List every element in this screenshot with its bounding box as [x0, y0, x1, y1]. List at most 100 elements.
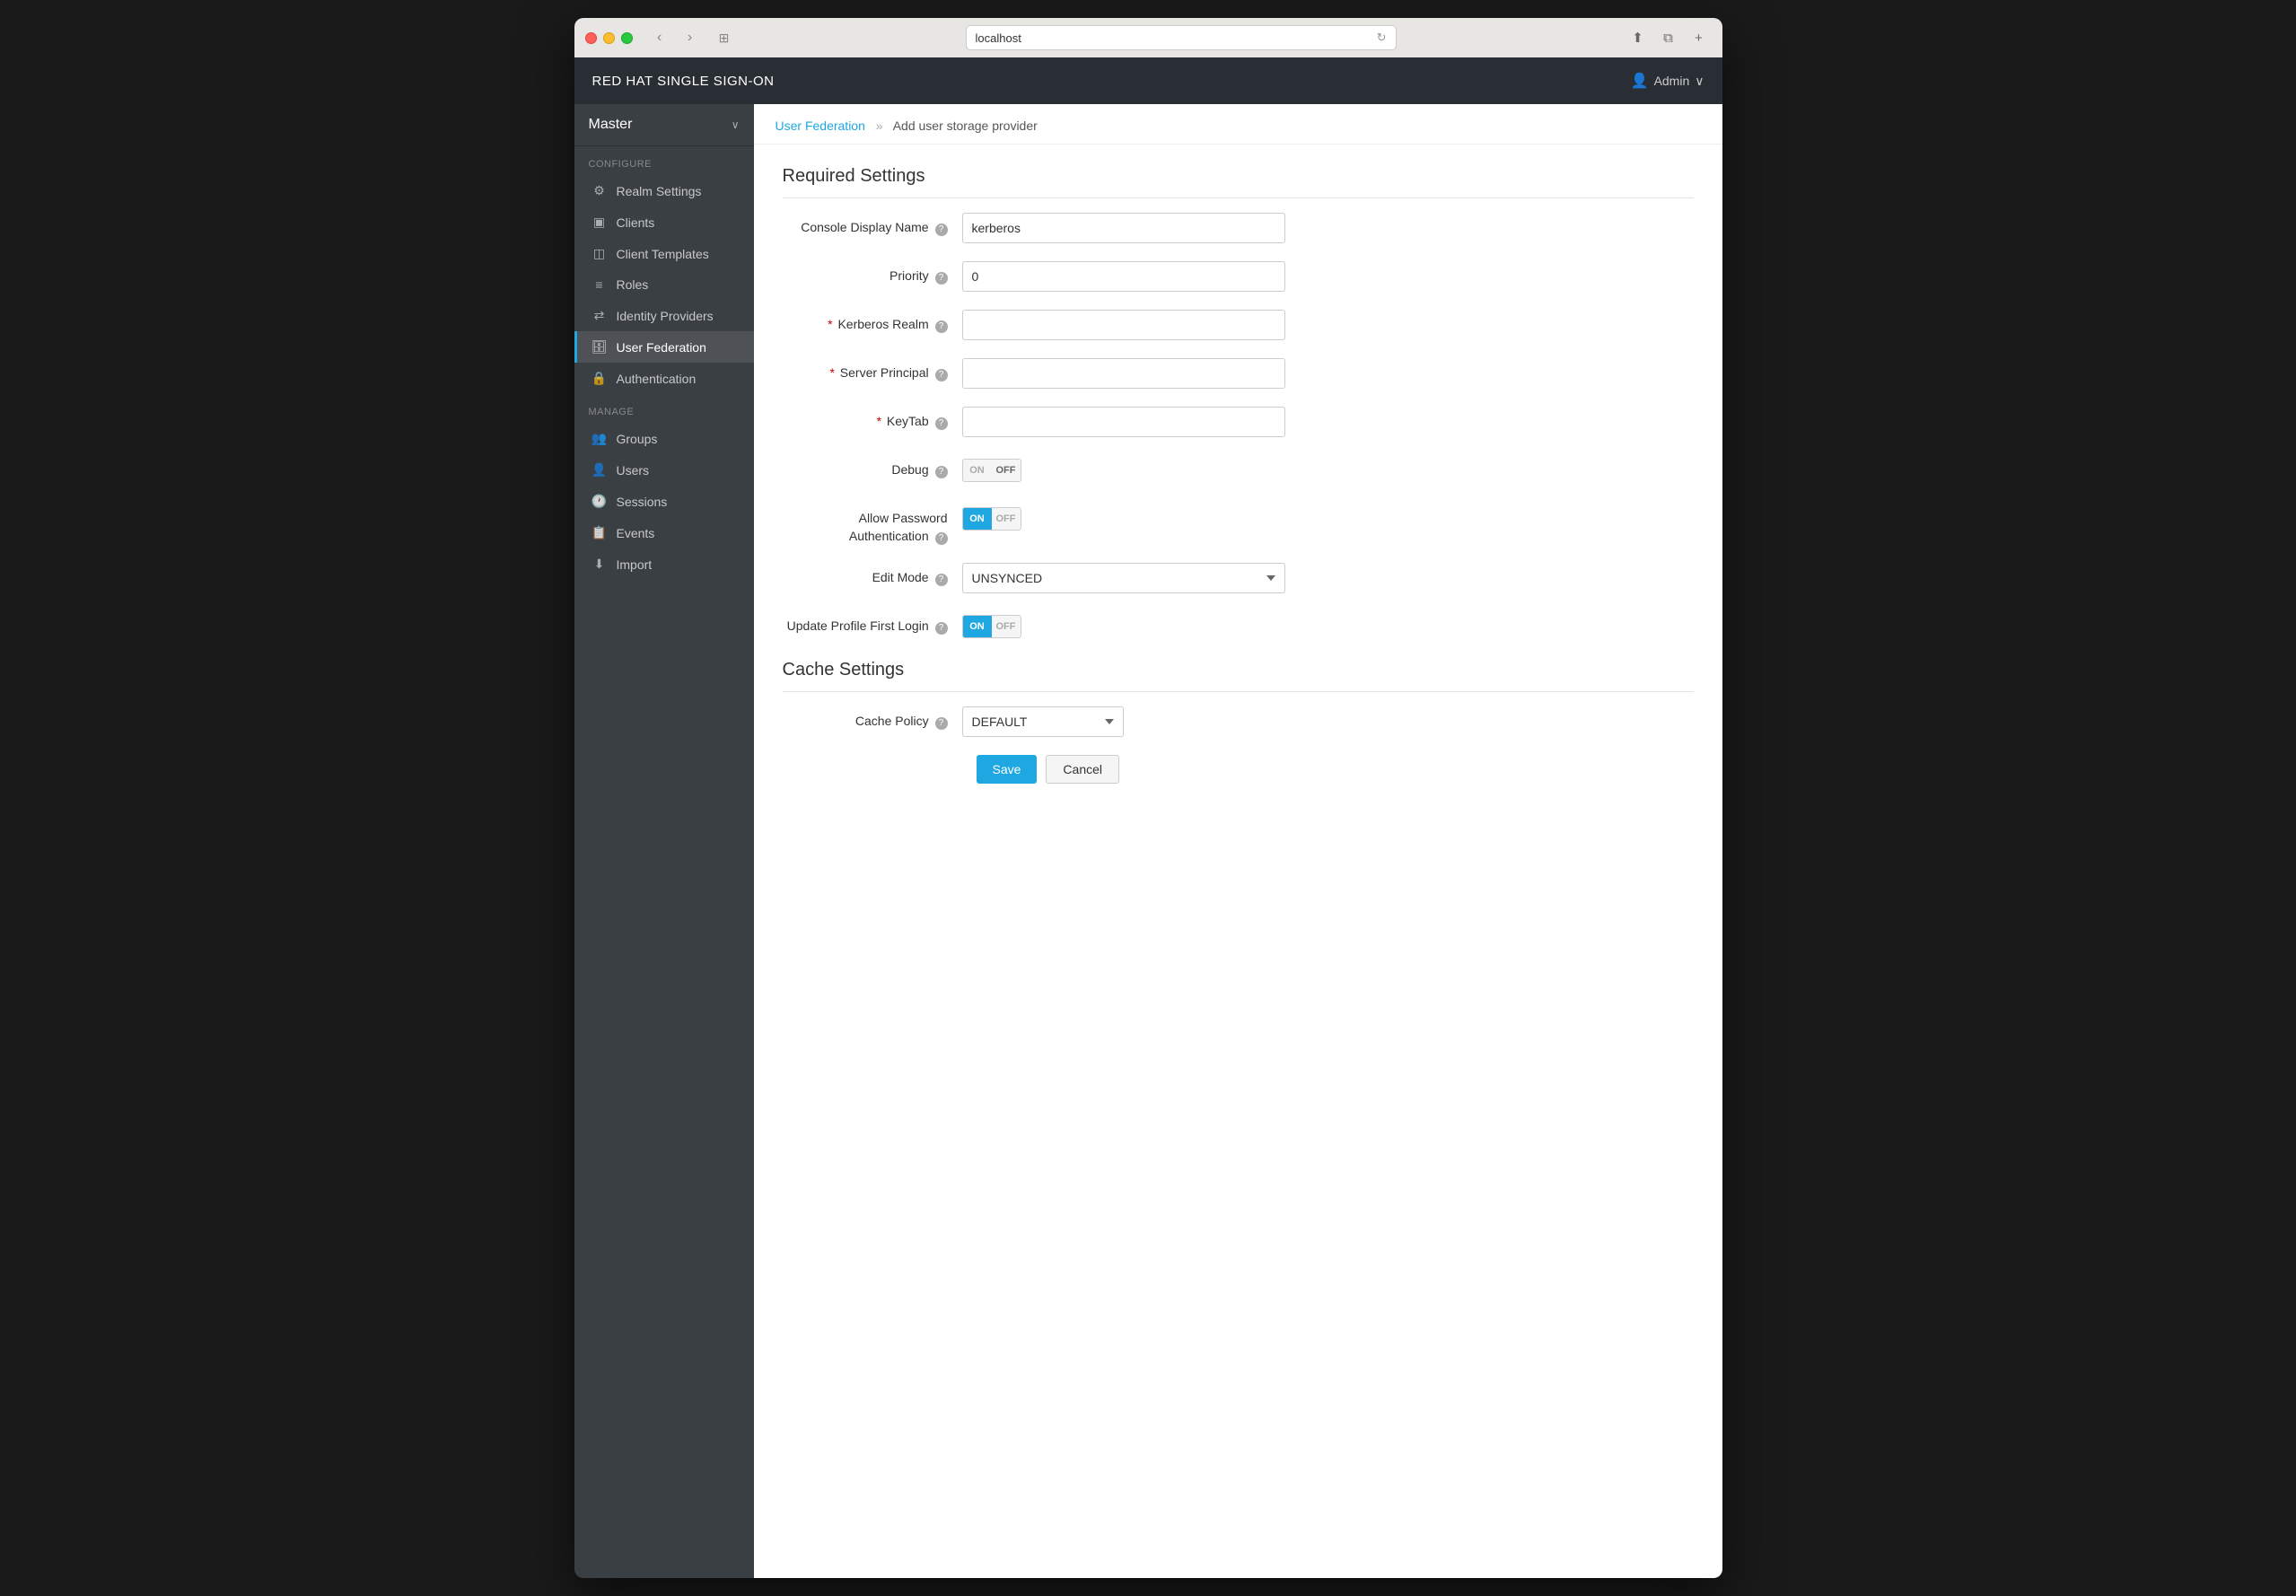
- tabs-button[interactable]: ⧉: [1656, 25, 1681, 50]
- help-icon-debug[interactable]: ?: [935, 466, 948, 478]
- realm-selector[interactable]: Master ∨: [574, 104, 754, 146]
- sidebar-item-users[interactable]: 👤 Users: [574, 454, 754, 486]
- address-bar[interactable]: localhost ↻: [966, 25, 1397, 50]
- minimize-button[interactable]: [603, 32, 615, 44]
- breadcrumb: User Federation » Add user storage provi…: [754, 104, 1722, 145]
- browser-window: ‹ › ⊞ localhost ↻ ⬆ ⧉ + RED HAT SINGLE S…: [574, 18, 1722, 1578]
- select-cache-policy[interactable]: DEFAULT EVICT_WEEKLY EVICT_DAILY EVICT_H…: [962, 706, 1124, 737]
- input-console-display-name[interactable]: [962, 213, 1285, 243]
- sessions-icon: 🕐: [592, 494, 608, 509]
- forward-button[interactable]: ›: [678, 25, 703, 50]
- sidebar-label-roles: Roles: [617, 277, 649, 292]
- select-edit-mode[interactable]: UNSYNCED READ_ONLY WRITABLE: [962, 563, 1285, 593]
- toggle-update-profile-first-login-on-label: ON: [963, 616, 992, 637]
- users-icon: 👤: [592, 462, 608, 478]
- cancel-button[interactable]: Cancel: [1046, 755, 1119, 784]
- sidebar-item-realm-settings[interactable]: ⚙ Realm Settings: [574, 175, 754, 206]
- new-tab-button[interactable]: +: [1687, 25, 1712, 50]
- toggle-allow-password-auth-off-label: OFF: [992, 508, 1021, 530]
- sidebar-label-clients: Clients: [617, 215, 655, 230]
- app-container: RED HAT SINGLE SIGN-ON 👤 Admin ∨ Master …: [574, 57, 1722, 1578]
- sidebar-item-authentication[interactable]: 🔒 Authentication: [574, 363, 754, 394]
- help-icon-server-principal[interactable]: ?: [935, 369, 948, 381]
- form-group-console-display-name: Console Display Name ?: [783, 213, 1694, 243]
- help-icon-keytab[interactable]: ?: [935, 417, 948, 430]
- sidebar-item-identity-providers[interactable]: ⇄ Identity Providers: [574, 300, 754, 331]
- help-icon-allow-password-auth[interactable]: ?: [935, 532, 948, 545]
- toggle-wrap-allow-password-auth: ON OFF: [962, 504, 1021, 534]
- browser-actions: ⬆ ⧉ +: [1626, 25, 1712, 50]
- sidebar-label-client-templates: Client Templates: [617, 247, 709, 261]
- toggle-debug-off-label: OFF: [992, 460, 1021, 481]
- authentication-icon: 🔒: [592, 371, 608, 386]
- url-text: localhost: [976, 31, 1021, 45]
- sidebar-label-events: Events: [617, 526, 655, 540]
- breadcrumb-parent[interactable]: User Federation: [776, 118, 865, 133]
- sidebar-label-groups: Groups: [617, 432, 658, 446]
- share-button[interactable]: ⬆: [1626, 25, 1651, 50]
- reader-button[interactable]: ⊞: [712, 25, 737, 50]
- input-server-principal[interactable]: [962, 358, 1285, 389]
- sidebar-item-roles[interactable]: ≡ Roles: [574, 269, 754, 300]
- brand: RED HAT SINGLE SIGN-ON: [592, 74, 775, 89]
- form-group-keytab: * KeyTab ?: [783, 407, 1694, 437]
- label-console-display-name: Console Display Name ?: [783, 213, 962, 237]
- toggle-allow-password-auth[interactable]: ON OFF: [962, 507, 1021, 531]
- user-menu[interactable]: 👤 Admin ∨: [1631, 72, 1704, 90]
- sidebar-item-import[interactable]: ⬇ Import: [574, 548, 754, 580]
- toggle-wrap-debug: ON OFF: [962, 455, 1021, 486]
- refresh-icon[interactable]: ↻: [1377, 31, 1387, 45]
- input-priority[interactable]: [962, 261, 1285, 292]
- form-group-server-principal: * Server Principal ?: [783, 358, 1694, 389]
- breadcrumb-separator: »: [876, 118, 883, 133]
- sidebar-item-user-federation[interactable]: 🗄 User Federation: [574, 331, 754, 363]
- user-federation-icon: 🗄: [592, 339, 608, 355]
- save-button[interactable]: Save: [977, 755, 1038, 784]
- main-content: User Federation » Add user storage provi…: [754, 104, 1722, 1578]
- input-keytab[interactable]: [962, 407, 1285, 437]
- groups-icon: 👥: [592, 431, 608, 446]
- sidebar-label-import: Import: [617, 557, 653, 572]
- toggle-allow-password-auth-on-label: ON: [963, 508, 992, 530]
- cache-settings-title: Cache Settings: [783, 660, 1694, 692]
- label-priority: Priority ?: [783, 261, 962, 285]
- sidebar-label-authentication: Authentication: [617, 372, 697, 386]
- roles-icon: ≡: [592, 277, 608, 292]
- form-group-allow-password-auth: Allow Password Authentication ? ON OFF: [783, 504, 1694, 545]
- sidebar-label-realm-settings: Realm Settings: [617, 184, 702, 198]
- help-icon-kerberos-realm[interactable]: ?: [935, 320, 948, 333]
- input-kerberos-realm[interactable]: [962, 310, 1285, 340]
- sidebar-item-events[interactable]: 📋 Events: [574, 517, 754, 548]
- help-icon-console-display-name[interactable]: ?: [935, 224, 948, 236]
- client-templates-icon: ◫: [592, 246, 608, 261]
- required-marker-keytab: *: [877, 414, 881, 428]
- form-group-update-profile-first-login: Update Profile First Login ? ON OFF: [783, 611, 1694, 642]
- back-button[interactable]: ‹: [647, 25, 672, 50]
- sidebar-item-clients[interactable]: ▣ Clients: [574, 206, 754, 238]
- sidebar-item-groups[interactable]: 👥 Groups: [574, 423, 754, 454]
- maximize-button[interactable]: [621, 32, 633, 44]
- help-icon-edit-mode[interactable]: ?: [935, 574, 948, 586]
- label-allow-password-auth: Allow Password Authentication ?: [783, 504, 962, 545]
- form-group-edit-mode: Edit Mode ? UNSYNCED READ_ONLY WRITABLE: [783, 563, 1694, 593]
- browser-titlebar: ‹ › ⊞ localhost ↻ ⬆ ⧉ +: [574, 18, 1722, 57]
- sidebar-label-users: Users: [617, 463, 650, 478]
- user-label: Admin: [1654, 74, 1690, 88]
- form-group-kerberos-realm: * Kerberos Realm ?: [783, 310, 1694, 340]
- realm-chevron-icon: ∨: [732, 118, 740, 131]
- required-marker-kerberos-realm: *: [828, 317, 832, 331]
- toggle-debug[interactable]: ON OFF: [962, 459, 1021, 482]
- label-edit-mode: Edit Mode ?: [783, 563, 962, 587]
- help-icon-update-profile-first-login[interactable]: ?: [935, 622, 948, 635]
- form-group-cache-policy: Cache Policy ? DEFAULT EVICT_WEEKLY EVIC…: [783, 706, 1694, 737]
- help-icon-cache-policy[interactable]: ?: [935, 717, 948, 730]
- sidebar-item-client-templates[interactable]: ◫ Client Templates: [574, 238, 754, 269]
- configure-section: Configure ⚙ Realm Settings ▣ Clients ◫ C…: [574, 146, 754, 394]
- browser-nav: ‹ › ⊞: [647, 25, 737, 50]
- close-button[interactable]: [585, 32, 597, 44]
- sidebar-item-sessions[interactable]: 🕐 Sessions: [574, 486, 754, 517]
- toggle-update-profile-first-login[interactable]: ON OFF: [962, 615, 1021, 638]
- help-icon-priority[interactable]: ?: [935, 272, 948, 285]
- chevron-down-icon: ∨: [1695, 74, 1704, 89]
- import-icon: ⬇: [592, 557, 608, 572]
